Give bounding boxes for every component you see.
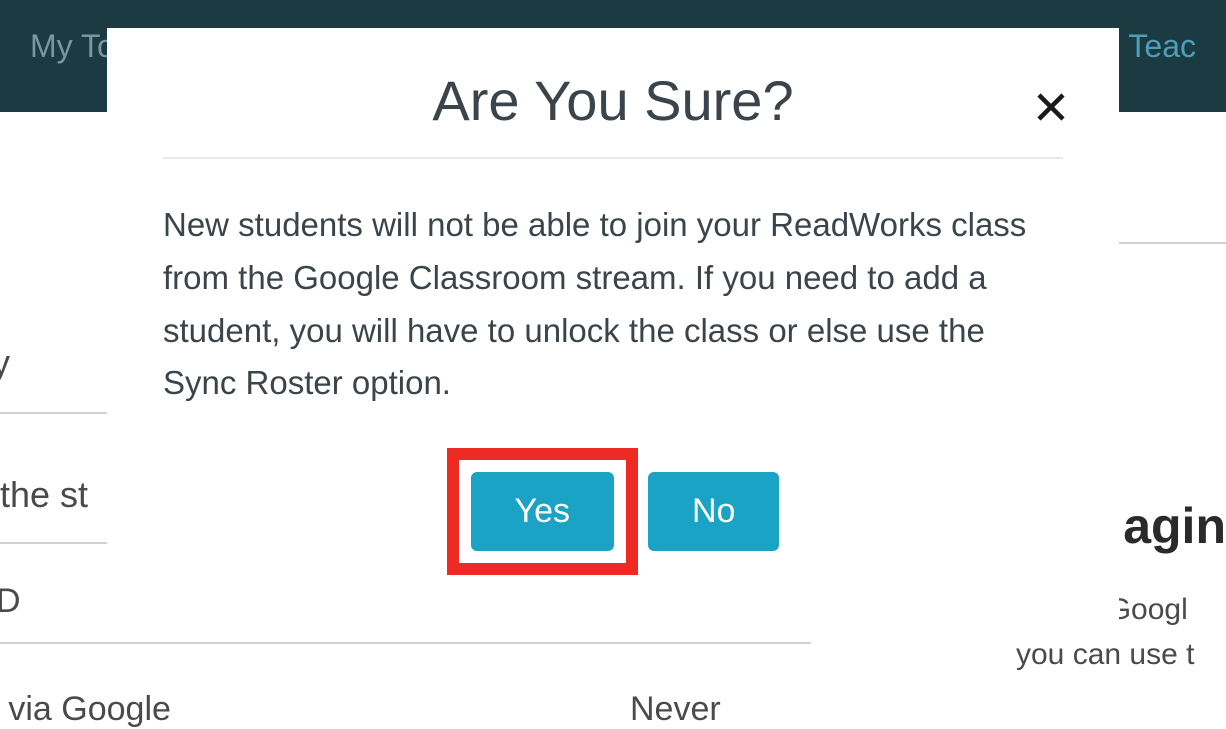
close-button[interactable]: [1027, 84, 1075, 132]
modal-body: New students will not be able to join yo…: [163, 199, 1063, 410]
modal-divider: [163, 157, 1063, 159]
modal-overlay: Are You Sure? New students will not be a…: [0, 0, 1226, 707]
yes-highlight: Yes: [447, 448, 638, 575]
confirmation-modal: Are You Sure? New students will not be a…: [107, 28, 1119, 625]
no-button[interactable]: No: [648, 472, 779, 551]
modal-title: Are You Sure?: [163, 68, 1063, 133]
close-icon: [1033, 89, 1069, 128]
yes-button[interactable]: Yes: [471, 472, 614, 551]
modal-actions: Yes No: [163, 448, 1063, 575]
